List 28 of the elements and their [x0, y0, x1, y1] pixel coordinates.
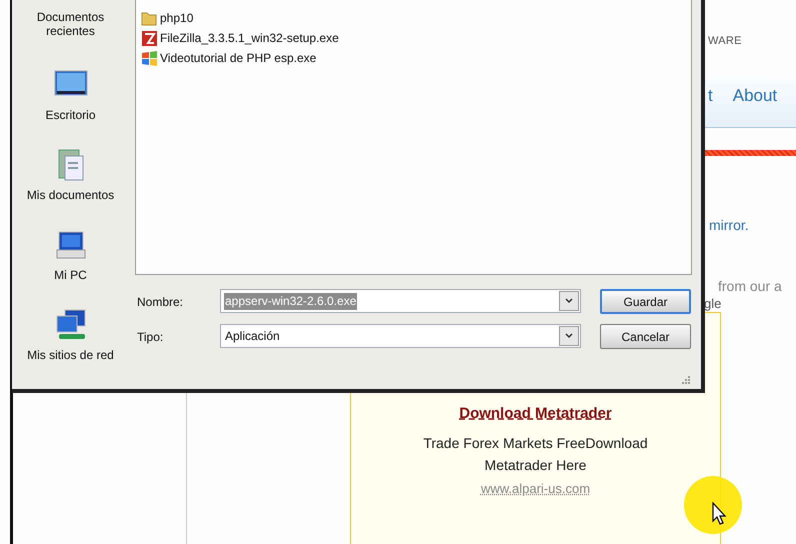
file-item[interactable]: php10: [160, 9, 194, 27]
nav-link[interactable]: t: [708, 83, 713, 108]
resize-grip-icon: [682, 376, 691, 385]
ad-description: Trade Forex Markets FreeDownload Metatrader Here: [422, 434, 649, 474]
file-item[interactable]: FileZilla_3.3.5.1_win32-setup.exe: [160, 29, 339, 47]
places-item[interactable]: Documentos recientes: [30, 10, 110, 38]
dropdown-caret-icon: [559, 291, 579, 311]
places-item[interactable]: Mi PC: [54, 268, 87, 282]
folder-icon: [141, 10, 158, 26]
field-label: Tipo:: [137, 329, 164, 346]
app-icon: [141, 30, 158, 46]
cancel-button[interactable]: Cancelar: [600, 324, 691, 349]
mirror-link[interactable]: mirror.: [709, 215, 749, 236]
body-text: gle: [704, 295, 722, 313]
save-button[interactable]: Guardar: [600, 289, 691, 314]
cursor-icon: [683, 475, 745, 537]
brand-text: WARE: [708, 34, 742, 49]
windows-flag-icon: [141, 50, 158, 66]
places-item[interactable]: Escritorio: [45, 108, 96, 122]
body-text: from our a: [718, 277, 782, 296]
file-item[interactable]: Videotutorial de PHP esp.exe: [160, 49, 316, 67]
type-dropdown[interactable]: Aplicación: [220, 324, 581, 348]
dropdown-caret-icon: [559, 326, 579, 346]
field-label: Nombre:: [137, 294, 184, 311]
ad-title-link[interactable]: Download Metatrader: [459, 403, 612, 426]
nav-link[interactable]: About: [732, 83, 778, 108]
places-item[interactable]: Mis documentos: [26, 188, 114, 202]
places-item[interactable]: Mis sitios de red: [27, 348, 114, 362]
